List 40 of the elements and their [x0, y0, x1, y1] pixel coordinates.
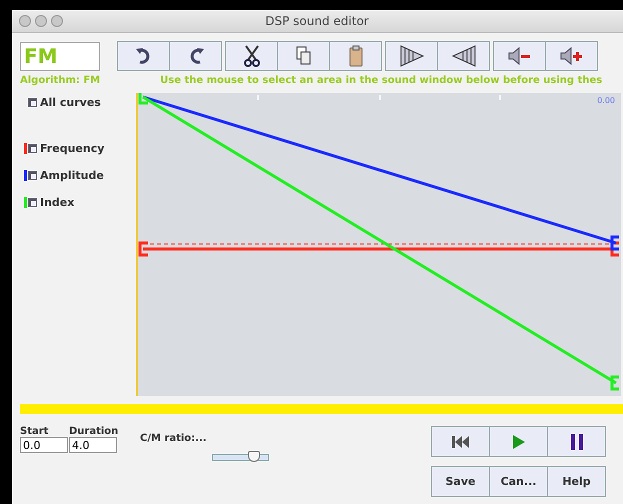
slider-thumb[interactable]: [248, 451, 260, 462]
rewind-button[interactable]: [431, 426, 490, 457]
clipboard-icon: [348, 45, 362, 67]
curve-checkbox[interactable]: Index: [28, 196, 74, 209]
duration-field[interactable]: 4.0: [69, 437, 117, 453]
all-curves-checkbox[interactable]: All curves: [28, 96, 128, 109]
fade-out-icon: [450, 45, 476, 67]
ratio-slider[interactable]: [212, 454, 269, 461]
curve-checkbox[interactable]: Amplitude: [28, 169, 104, 182]
undo-icon: [134, 46, 152, 66]
dialog-button[interactable]: Can...: [489, 466, 548, 497]
fade-in-icon: [398, 45, 424, 67]
volume-up-icon: [560, 46, 584, 66]
start-field[interactable]: 0.0: [20, 437, 68, 453]
ratio-label: C/M ratio:...: [140, 433, 207, 444]
volume-down-button[interactable]: [493, 41, 546, 71]
cut-button[interactable]: [225, 41, 278, 71]
scissors-icon: [242, 45, 260, 67]
dialog-button[interactable]: Save: [431, 466, 490, 497]
play-icon: [512, 434, 526, 448]
curve-checkbox[interactable]: Frequency: [28, 142, 104, 155]
fade-out-button[interactable]: [437, 41, 490, 71]
copy-icon: [296, 46, 312, 66]
fade-in-button[interactable]: [385, 41, 438, 71]
undo-button[interactable]: [117, 41, 170, 71]
redo-button[interactable]: [169, 41, 222, 71]
rewind-icon: [450, 434, 470, 448]
duration-label: Duration: [69, 426, 118, 437]
algorithm-label: Algorithm: FM: [20, 75, 100, 86]
volume-down-icon: [508, 46, 532, 66]
window-title: DSP sound editor: [264, 14, 370, 28]
volume-up-button[interactable]: [545, 41, 598, 71]
dialog-button[interactable]: Help: [547, 466, 606, 497]
start-label: Start: [20, 426, 50, 437]
position-label: 0.00: [597, 96, 615, 105]
paste-button[interactable]: [329, 41, 382, 71]
pause-icon: [570, 434, 582, 450]
pause-button[interactable]: [547, 426, 606, 457]
copy-button[interactable]: [277, 41, 330, 71]
hint-text: Use the mouse to select an area in the sound window below before using thes: [160, 75, 602, 86]
